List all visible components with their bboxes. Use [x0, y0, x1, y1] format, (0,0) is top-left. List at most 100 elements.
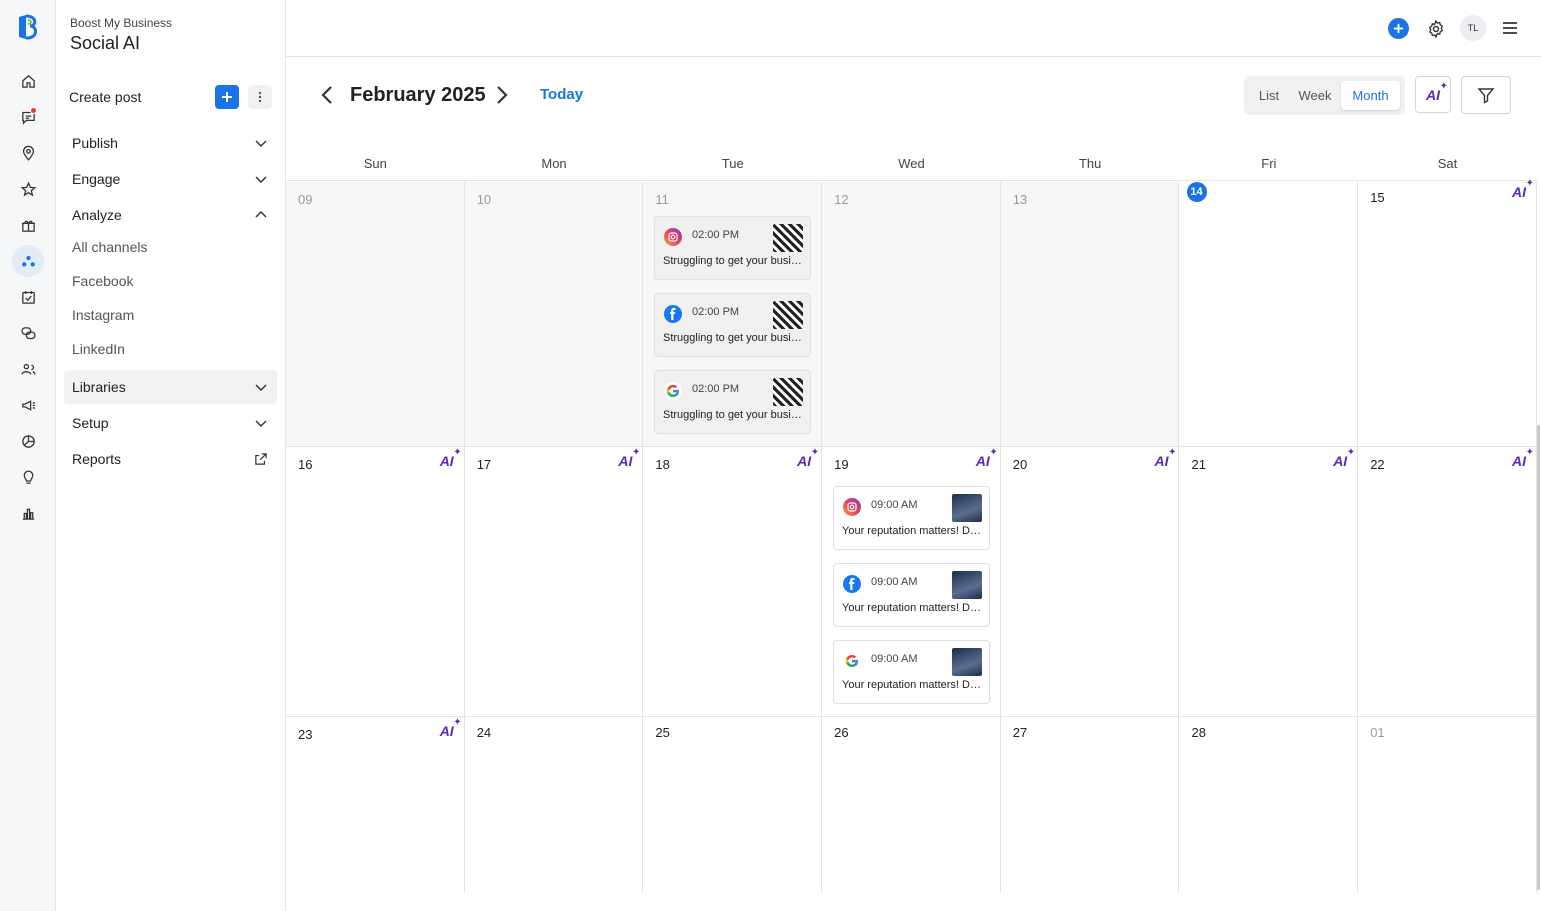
post-card[interactable]: 09:00 AM Your reputation matters! Don't … — [833, 640, 990, 704]
nav-setup[interactable]: Setup — [64, 406, 277, 440]
ai-generate-icon[interactable]: AI ✦ — [1512, 447, 1534, 471]
app-title: Social AI — [70, 33, 141, 53]
create-post-label: Create post — [69, 89, 142, 105]
nav-engage[interactable]: Engage — [64, 162, 277, 196]
day-cell[interactable]: 20 AI ✦ — [1000, 447, 1180, 717]
post-card[interactable]: 02:00 PM Struggling to get your business… — [654, 370, 811, 434]
post-thumbnail — [773, 378, 803, 406]
view-list-button[interactable]: List — [1249, 81, 1289, 110]
ai-generate-icon[interactable]: AI ✦ — [440, 447, 462, 471]
post-time: 02:00 PM — [692, 306, 740, 318]
day-cell[interactable]: 15 AI ✦ — [1358, 178, 1537, 447]
tasks-icon[interactable] — [12, 281, 44, 313]
add-button[interactable] — [1388, 18, 1409, 39]
social-icon[interactable] — [12, 245, 44, 277]
hamburger-menu-icon[interactable] — [1501, 19, 1519, 37]
day-number: 11 — [655, 192, 669, 207]
post-text: Your reputation matters! Don't let it sl… — [842, 602, 982, 614]
post-card[interactable]: 02:00 PM Struggling to get your business… — [654, 293, 811, 357]
day-number: 18 — [655, 457, 670, 472]
day-cell[interactable]: 16 AI ✦ — [286, 447, 465, 717]
day-cell[interactable]: 27 — [1001, 717, 1180, 893]
notification-dot — [30, 107, 37, 114]
ideas-icon[interactable] — [12, 461, 44, 493]
day-number: 25 — [655, 725, 670, 740]
scrollbar[interactable] — [1537, 425, 1540, 890]
ai-generate-icon[interactable]: AI ✦ — [440, 717, 462, 741]
post-card[interactable]: 09:00 AM Your reputation matters! Don't … — [833, 486, 990, 550]
create-post-button[interactable] — [215, 85, 239, 109]
today-marker: 14 — [1186, 182, 1207, 202]
nav-analyze[interactable]: Analyze — [64, 198, 277, 232]
view-week-button[interactable]: Week — [1292, 81, 1338, 110]
campaigns-icon[interactable] — [12, 389, 44, 421]
day-cell[interactable]: 24 — [465, 717, 644, 893]
chevron-up-icon — [255, 210, 267, 218]
day-cell[interactable]: 01 — [1358, 717, 1537, 893]
day-cell[interactable]: 28 — [1180, 717, 1359, 893]
reports-icon[interactable] — [12, 497, 44, 529]
messages-icon[interactable] — [12, 101, 44, 133]
nav-sub-instagram[interactable]: Instagram — [72, 307, 134, 323]
post-text: Struggling to get your business noticed? — [663, 409, 803, 421]
ai-generate-icon[interactable]: AI ✦ — [1154, 447, 1176, 471]
weekday-thu: Thu — [1078, 156, 1102, 171]
facebook-icon — [843, 575, 861, 593]
plus-icon — [222, 92, 232, 102]
star-icon[interactable] — [12, 173, 44, 205]
gift-icon[interactable] — [12, 209, 44, 241]
ai-generate-icon[interactable]: AI ✦ — [1333, 447, 1355, 471]
post-time: 02:00 PM — [692, 229, 740, 241]
view-month-button[interactable]: Month — [1341, 81, 1400, 110]
nav-publish-label: Publish — [72, 135, 118, 151]
today-button[interactable]: Today — [540, 86, 583, 103]
weekday-mon: Mon — [541, 156, 567, 171]
post-card[interactable]: 09:00 AM Your reputation matters! Don't … — [833, 563, 990, 627]
weekday-sat: Sat — [1437, 156, 1458, 171]
insights-icon[interactable] — [12, 425, 44, 457]
day-cell[interactable]: 23 AI ✦ — [286, 717, 465, 893]
contacts-icon[interactable] — [12, 353, 44, 385]
ai-generate-icon[interactable]: AI ✦ — [797, 447, 819, 471]
avatar[interactable]: TL — [1460, 15, 1486, 41]
post-time: 09:00 AM — [871, 576, 918, 588]
day-number: 10 — [476, 192, 492, 207]
chevron-right-icon[interactable] — [495, 85, 509, 105]
weekday-wed: Wed — [898, 156, 925, 171]
day-cell[interactable]: 13 — [1000, 182, 1180, 447]
ai-generate-icon[interactable]: AI ✦ — [618, 447, 640, 471]
brand-logo-icon[interactable] — [13, 12, 43, 42]
nav-sub-facebook[interactable]: Facebook — [72, 273, 133, 289]
chat-icon[interactable] — [12, 317, 44, 349]
nav-reports[interactable]: Reports — [64, 442, 277, 476]
day-cell[interactable]: 21 AI ✦ — [1179, 447, 1359, 717]
filter-button[interactable] — [1461, 76, 1511, 114]
nav-sub-linkedin[interactable]: LinkedIn — [72, 341, 125, 357]
location-icon[interactable] — [12, 137, 44, 169]
ai-generate-icon[interactable]: AI ✦ — [1512, 178, 1534, 202]
nav-engage-label: Engage — [72, 171, 121, 187]
day-cell[interactable]: 09 — [286, 182, 465, 447]
day-cell[interactable]: 12 — [822, 182, 1001, 447]
day-cell[interactable]: 22 AI ✦ — [1358, 447, 1537, 717]
day-cell[interactable]: 10 — [464, 182, 644, 447]
day-cell[interactable]: 18 AI ✦ — [643, 447, 823, 717]
nav-publish[interactable]: Publish — [64, 126, 277, 160]
post-card[interactable]: 02:00 PM Struggling to get your business… — [654, 216, 811, 280]
nav-sub-all-channels[interactable]: All channels — [72, 239, 148, 255]
day-cell[interactable]: 17 AI ✦ — [464, 447, 644, 717]
day-cell[interactable]: 26 — [822, 717, 1001, 893]
ai-generate-icon[interactable]: AI ✦ — [976, 447, 998, 471]
ai-assist-button[interactable]: AI ✦ — [1415, 76, 1451, 113]
post-thumbnail — [952, 494, 982, 522]
create-post-row: Create post — [69, 85, 274, 110]
day-cell-today[interactable]: 14 — [1179, 182, 1359, 447]
gear-icon[interactable] — [1426, 19, 1446, 39]
home-icon[interactable] — [12, 65, 44, 97]
create-post-more-button[interactable] — [248, 85, 272, 109]
weekday-tue: Tue — [721, 156, 744, 171]
day-cell[interactable]: 25 — [643, 717, 823, 893]
nav-libraries[interactable]: Libraries — [64, 370, 277, 404]
chevron-left-icon[interactable] — [320, 85, 334, 105]
post-thumbnail — [952, 648, 982, 676]
